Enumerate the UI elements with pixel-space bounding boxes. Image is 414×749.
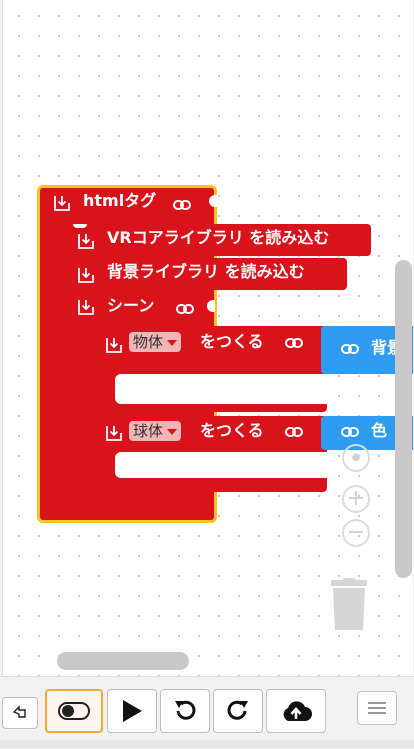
chevron-down-icon [167,339,178,346]
create-label-1: をつくる [200,332,264,351]
link-icon [285,337,303,349]
link-icon [341,343,359,355]
redo-button[interactable] [213,689,263,733]
bottom-strip [0,740,414,748]
toggle-button[interactable] [45,689,103,733]
download-icon [77,266,95,284]
scene-connector [207,300,215,312]
zoom-out-button[interactable]: − [342,519,370,547]
create-block-2-input [115,452,327,478]
undo-arrow-icon [12,705,26,718]
undo-icon [175,700,196,720]
run-button[interactable] [107,689,157,733]
play-icon [123,700,142,722]
vertical-scrollbar[interactable] [395,260,412,578]
trash-icon[interactable] [329,578,369,630]
cloud-upload-icon [283,701,312,721]
html-tag-connector [209,195,217,207]
dropdown-value: 物体 [133,333,164,351]
object-type-dropdown-2[interactable]: 球体 [129,421,182,441]
html-tag-label: htmlタグ [83,191,157,210]
vr-core-notch [73,224,87,228]
blockly-workspace[interactable]: htmlタグ VRコアライブラリ を読み込む 背景ライブラリ を読み込む シーン… [2,0,413,676]
menu-button[interactable] [357,691,397,725]
link-icon [341,426,359,438]
link-icon [173,199,191,211]
create-label-2: をつくる [200,421,264,440]
upload-button[interactable] [266,689,326,733]
object-type-dropdown-1[interactable]: 物体 [129,332,182,352]
link-icon [285,426,303,438]
dropdown-value: 球体 [133,422,164,440]
download-icon [77,232,95,250]
undo-button[interactable] [160,689,210,733]
back-button[interactable] [2,697,38,729]
zoom-reset-button[interactable]: ● [342,444,370,472]
bottom-toolbar [0,676,414,749]
menu-icon [368,702,386,714]
download-icon [77,298,95,316]
vr-core-label: VRコアライブラリ を読み込む [107,228,330,247]
scene-label: シーン [107,296,155,315]
bg-library-label: 背景ライブラリ を読み込む [107,262,305,281]
download-icon [105,424,123,442]
value-label-2: 色 [371,421,388,440]
link-icon [176,303,194,315]
download-icon [105,336,123,354]
toggle-icon [58,702,90,720]
horizontal-scrollbar[interactable] [57,652,189,670]
chevron-down-icon [167,428,178,435]
create-block-1-input [115,374,327,404]
redo-icon [227,700,248,720]
download-icon [53,194,71,212]
zoom-in-button[interactable]: + [342,485,370,513]
